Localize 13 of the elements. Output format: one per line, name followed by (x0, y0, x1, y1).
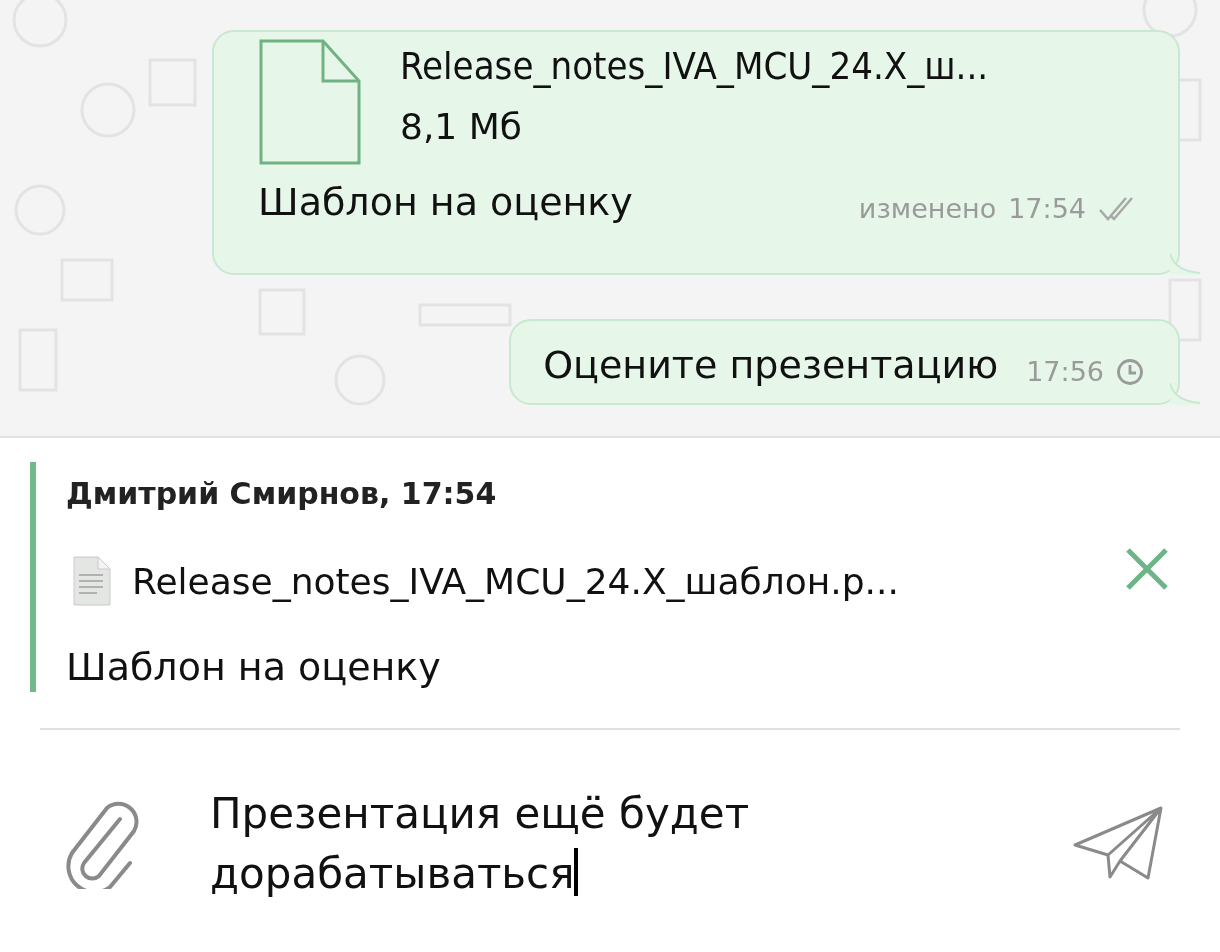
message-text: Оцените презентацию (543, 343, 999, 387)
message-time: 17:54 (1008, 193, 1086, 224)
file-name: Release_notes_IVA_MCU_24.X_шаблон.p... (132, 560, 899, 602)
reply-author: Дмитрий Смирнов, 17:54 (66, 476, 498, 511)
file-size: 8,1 Мб (400, 106, 523, 147)
document-icon (258, 38, 362, 166)
message-input[interactable]: Презентация ещё будет дорабатываться (210, 784, 870, 904)
document-icon (72, 555, 112, 607)
edited-label: изменено (858, 193, 997, 224)
message-text: Шаблон на оценку (258, 180, 633, 224)
reply-text: Шаблон на оценку (66, 645, 442, 689)
file-name[interactable]: Release_notes_IVA_MCU_24.X_ш... (400, 44, 989, 88)
message-time: 17:56 (1026, 356, 1104, 387)
